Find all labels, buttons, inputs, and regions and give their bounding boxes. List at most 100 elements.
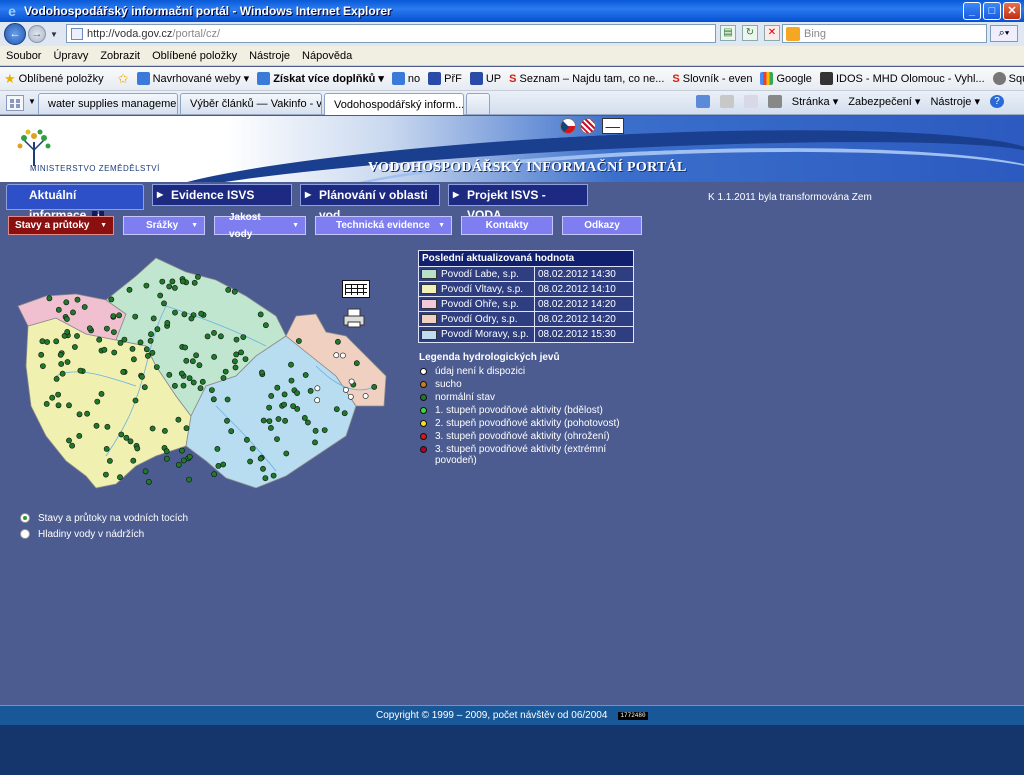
- compat-view-icon[interactable]: ▤: [720, 25, 736, 41]
- station-marker[interactable]: [59, 370, 66, 377]
- station-marker[interactable]: [257, 455, 264, 462]
- station-marker[interactable]: [224, 417, 230, 424]
- station-marker[interactable]: [38, 351, 45, 358]
- menu-item-upravy[interactable]: Úpravy: [53, 50, 88, 62]
- table-view-icon[interactable]: [342, 280, 370, 298]
- station-marker[interactable]: [127, 438, 134, 445]
- tab-vakinfo[interactable]: Výběr článků — Vakinfo - vod...: [180, 93, 322, 114]
- station-marker[interactable]: [153, 364, 160, 370]
- stop-icon[interactable]: ✕: [764, 25, 780, 41]
- station-marker[interactable]: [63, 299, 70, 306]
- station-marker[interactable]: [204, 333, 211, 340]
- station-marker[interactable]: [145, 478, 152, 485]
- favorite-link[interactable]: Navrhované weby ▾: [136, 72, 249, 85]
- station-marker[interactable]: [186, 375, 193, 382]
- station-marker[interactable]: [321, 427, 328, 433]
- radio-button[interactable]: [20, 529, 30, 539]
- station-marker[interactable]: [55, 402, 62, 409]
- station-marker[interactable]: [342, 386, 349, 393]
- station-marker[interactable]: [233, 336, 240, 343]
- station-marker[interactable]: [98, 390, 105, 397]
- station-marker[interactable]: [149, 425, 156, 432]
- table-row[interactable]: Povodí Odry, s.p. 08.02.2012 14:20: [419, 312, 633, 327]
- station-marker[interactable]: [231, 288, 238, 295]
- station-marker[interactable]: [282, 417, 288, 424]
- station-marker[interactable]: [274, 436, 280, 442]
- station-marker[interactable]: [194, 273, 201, 280]
- station-marker[interactable]: [220, 461, 227, 468]
- station-marker[interactable]: [142, 468, 149, 475]
- quick-tabs-icon[interactable]: [6, 95, 24, 111]
- tab-projekt-isvs[interactable]: Projekt ISVS - VODA: [448, 184, 588, 222]
- station-marker[interactable]: [64, 359, 71, 365]
- station-marker[interactable]: [166, 283, 173, 290]
- station-marker[interactable]: [334, 338, 341, 345]
- station-marker[interactable]: [126, 286, 133, 293]
- station-marker[interactable]: [117, 474, 123, 481]
- station-marker[interactable]: [312, 427, 319, 434]
- station-marker[interactable]: [186, 453, 193, 460]
- station-marker[interactable]: [211, 354, 217, 360]
- station-marker[interactable]: [362, 393, 369, 399]
- czech-basin-map[interactable]: [16, 256, 396, 496]
- station-marker[interactable]: [66, 402, 72, 409]
- station-marker[interactable]: [232, 364, 239, 371]
- station-marker[interactable]: [86, 325, 93, 332]
- station-marker[interactable]: [281, 391, 288, 398]
- station-marker[interactable]: [64, 329, 71, 335]
- station-marker[interactable]: [186, 476, 192, 483]
- station-marker[interactable]: [149, 349, 156, 356]
- station-marker[interactable]: [76, 432, 83, 439]
- station-marker[interactable]: [66, 437, 72, 444]
- station-marker[interactable]: [107, 457, 113, 464]
- add-favorite-icon[interactable]: ✩: [118, 71, 129, 87]
- station-marker[interactable]: [132, 397, 139, 404]
- station-marker[interactable]: [260, 465, 266, 472]
- station-marker[interactable]: [120, 369, 127, 375]
- favorite-link[interactable]: no: [391, 72, 420, 85]
- station-marker[interactable]: [163, 455, 170, 462]
- station-marker[interactable]: [57, 351, 64, 358]
- english-flag-icon[interactable]: [580, 118, 596, 134]
- station-marker[interactable]: [314, 397, 321, 404]
- station-marker[interactable]: [288, 361, 294, 368]
- station-marker[interactable]: [39, 363, 46, 369]
- station-marker[interactable]: [211, 330, 217, 336]
- table-row[interactable]: Povodí Moravy, s.p. 08.02.2012 15:30: [419, 327, 633, 342]
- station-marker[interactable]: [333, 352, 340, 359]
- station-marker[interactable]: [154, 326, 161, 333]
- menu-item-oblibene[interactable]: Oblíbené položky: [152, 50, 237, 62]
- station-marker[interactable]: [164, 320, 171, 326]
- station-marker[interactable]: [238, 349, 244, 356]
- station-marker[interactable]: [74, 333, 80, 339]
- station-marker[interactable]: [131, 356, 137, 363]
- maximize-button[interactable]: □: [983, 2, 1001, 20]
- station-marker[interactable]: [178, 370, 185, 377]
- station-marker[interactable]: [275, 416, 282, 422]
- station-marker[interactable]: [161, 300, 167, 307]
- station-marker[interactable]: [141, 384, 148, 391]
- station-marker[interactable]: [72, 344, 78, 350]
- station-marker[interactable]: [307, 387, 314, 394]
- station-marker[interactable]: [183, 357, 190, 364]
- station-marker[interactable]: [163, 448, 170, 455]
- station-marker[interactable]: [175, 461, 182, 468]
- station-marker[interactable]: [76, 411, 83, 418]
- station-marker[interactable]: [262, 475, 269, 482]
- station-marker[interactable]: [77, 367, 84, 374]
- station-marker[interactable]: [214, 445, 221, 452]
- new-tab-button[interactable]: [466, 93, 490, 114]
- station-marker[interactable]: [118, 431, 125, 438]
- menu-item-soubor[interactable]: Soubor: [6, 50, 41, 62]
- station-marker[interactable]: [180, 457, 187, 464]
- search-input[interactable]: Bing: [782, 24, 987, 43]
- station-marker[interactable]: [64, 316, 70, 322]
- station-marker[interactable]: [121, 336, 128, 343]
- station-marker[interactable]: [281, 401, 287, 408]
- station-marker[interactable]: [43, 400, 50, 407]
- station-marker[interactable]: [247, 458, 253, 465]
- station-marker[interactable]: [148, 331, 154, 338]
- station-marker[interactable]: [193, 352, 199, 359]
- station-marker[interactable]: [103, 471, 109, 478]
- station-marker[interactable]: [231, 358, 238, 365]
